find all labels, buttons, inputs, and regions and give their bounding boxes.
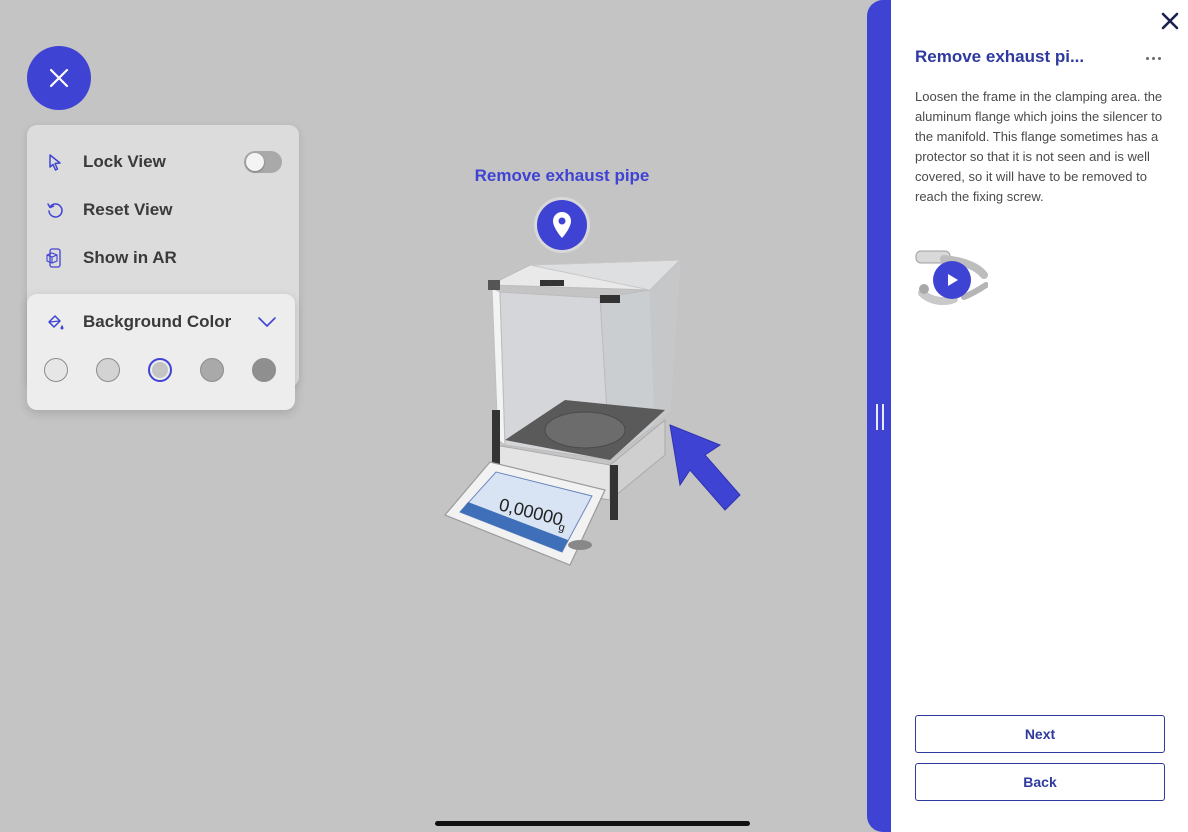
next-button[interactable]: Next bbox=[915, 715, 1165, 753]
lock-view-label: Lock View bbox=[83, 152, 166, 171]
play-icon bbox=[948, 274, 958, 286]
chevron-down-icon bbox=[255, 310, 279, 334]
close-icon bbox=[49, 68, 69, 88]
shield-handle bbox=[540, 280, 564, 286]
3d-viewport[interactable]: Lock View Reset View Show in AR Backgrou… bbox=[0, 0, 868, 832]
hotspot-label[interactable]: Remove exhaust pipe bbox=[440, 166, 684, 186]
step-title: Remove exhaust pi... bbox=[915, 47, 1085, 66]
background-swatch[interactable] bbox=[44, 358, 68, 382]
background-swatch[interactable] bbox=[148, 358, 172, 382]
background-color-label: Background Color bbox=[83, 312, 232, 331]
side-rail bbox=[492, 410, 500, 470]
pointer-arrow bbox=[669, 424, 741, 511]
analytical-balance-model[interactable]: 0,00000 g bbox=[430, 240, 770, 580]
ar-icon bbox=[43, 246, 67, 270]
shield-handle bbox=[600, 295, 620, 303]
cursor-icon bbox=[43, 150, 67, 174]
shield-corner bbox=[488, 280, 500, 290]
toggle-knob bbox=[246, 153, 264, 171]
side-rail bbox=[610, 465, 618, 520]
close-panel-button[interactable] bbox=[1159, 10, 1181, 32]
back-button[interactable]: Back bbox=[915, 763, 1165, 801]
reset-view-item[interactable]: Reset View bbox=[27, 190, 299, 230]
close-menu-button[interactable] bbox=[27, 46, 91, 110]
background-color-panel: Background Color bbox=[27, 294, 295, 410]
more-options-button[interactable] bbox=[1141, 48, 1165, 68]
lock-view-toggle[interactable] bbox=[244, 151, 282, 173]
map-pin-icon bbox=[553, 212, 571, 238]
grip-line bbox=[876, 404, 878, 430]
terminal-foot bbox=[568, 540, 592, 550]
background-color-dropdown[interactable]: Background Color bbox=[27, 306, 295, 338]
background-swatch[interactable] bbox=[252, 358, 276, 382]
grip-line bbox=[882, 404, 884, 430]
reset-view-label: Reset View bbox=[83, 200, 173, 219]
weighing-pan bbox=[544, 411, 626, 449]
background-swatch[interactable] bbox=[200, 358, 224, 382]
panel-resize-handle[interactable] bbox=[874, 404, 886, 430]
more-dot bbox=[1145, 56, 1149, 60]
show-in-ar-item[interactable]: Show in AR bbox=[27, 238, 299, 278]
home-indicator bbox=[435, 821, 750, 826]
reset-icon bbox=[43, 198, 67, 222]
lock-view-item[interactable]: Lock View bbox=[27, 142, 299, 182]
paint-bucket-icon bbox=[43, 310, 67, 334]
play-button[interactable] bbox=[933, 261, 971, 299]
more-dot bbox=[1157, 56, 1161, 60]
video-thumbnail[interactable] bbox=[914, 245, 989, 311]
more-dot bbox=[1151, 56, 1155, 60]
show-in-ar-label: Show in AR bbox=[83, 248, 177, 267]
step-description: Loosen the frame in the clamping area. t… bbox=[915, 89, 1163, 204]
close-icon bbox=[1161, 12, 1179, 30]
background-swatch[interactable] bbox=[96, 358, 120, 382]
step-details-panel: Remove exhaust pi... Loosen the frame in… bbox=[891, 0, 1188, 832]
